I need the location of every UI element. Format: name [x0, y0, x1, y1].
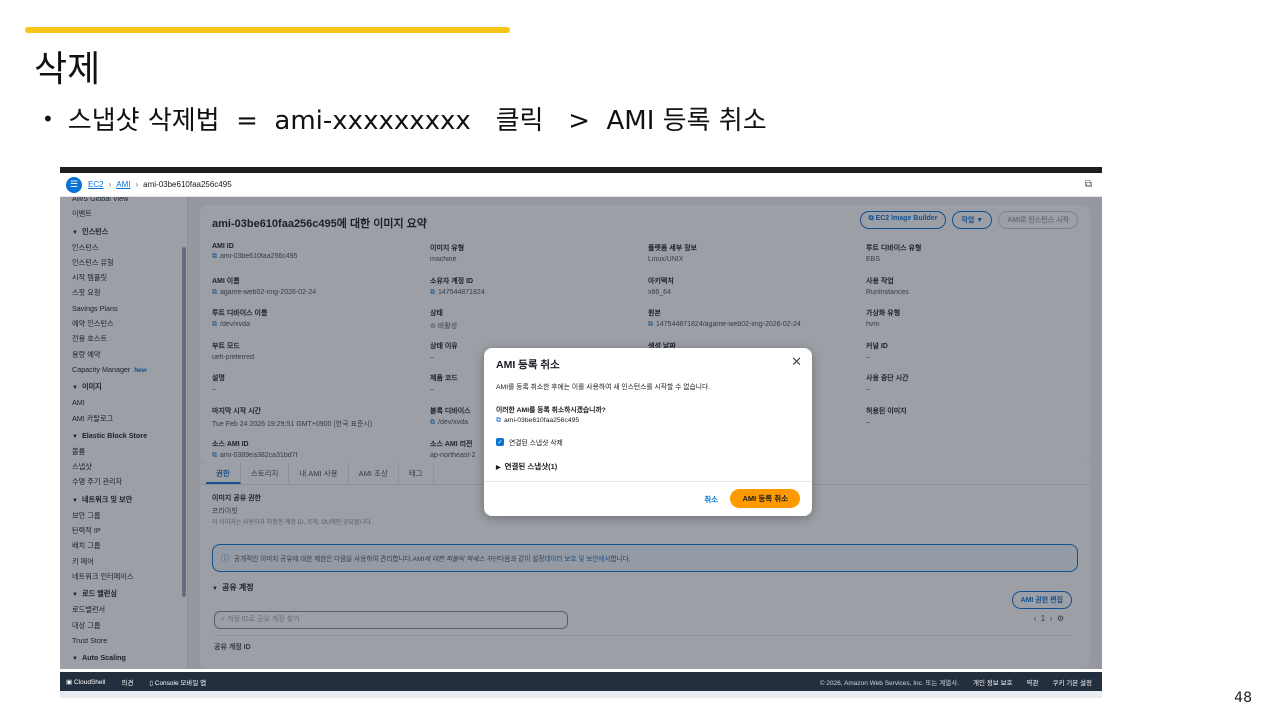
breadcrumb-ami[interactable]: AMI — [116, 180, 130, 189]
caret-right-icon: ▶ — [496, 465, 501, 471]
hamburger-menu-icon[interactable]: ☰ — [66, 176, 82, 193]
modal-ami-id: ⧉ ami-03be610faa256c495 — [496, 417, 579, 425]
terms-link[interactable]: 약관 — [1027, 677, 1039, 687]
modal-ami-id-text: ami-03be610faa256c495 — [504, 417, 580, 424]
copyright-text: © 2026, Amazon Web Services, Inc. 또는 계열사… — [819, 679, 960, 687]
bullet-dot-icon: • — [42, 106, 54, 131]
slide-bullet: • 스냅샷 삭제법 = ami-xxxxxxxxx 클릭 > AMI 등록 취소 — [42, 100, 767, 137]
feedback-link[interactable]: 의견 — [121, 677, 133, 687]
aws-console-screenshot: ☰ EC2 › AMI › ami-03be610faa256c495 ⧉ AW… — [60, 167, 1102, 698]
slide: 삭제 • 스냅샷 삭제법 = ami-xxxxxxxxx 클릭 > AMI 등록… — [0, 0, 1280, 720]
modal-question: 이러한 AMI를 등록 취소하시겠습니까? — [496, 407, 606, 414]
cloudshell-link[interactable]: ▣ CloudShell — [66, 678, 105, 686]
checkbox-checked-icon[interactable]: ✓ — [496, 438, 504, 446]
taskbar-strip — [60, 691, 1102, 698]
deregister-ami-modal: AMI 등록 취소 ✕ AMI를 등록 취소한 후에는 이를 사용하여 새 인스… — [484, 348, 812, 516]
accent-bar — [25, 27, 510, 33]
slide-title: 삭제 — [34, 49, 101, 90]
deregister-ami-button[interactable]: AMI 등록 취소 — [730, 489, 800, 508]
console-footer: ▣ CloudShell 의견 ▯ Console 모바일 앱 © 2026, … — [60, 672, 1102, 691]
chevron-right-icon: › — [108, 180, 112, 189]
bullet-text: 스냅샷 삭제법 = ami-xxxxxxxxx 클릭 > AMI 등록 취소 — [67, 106, 767, 136]
console-mobile-app-label: Console 모바일 앱 — [154, 679, 207, 687]
modal-description: AMI를 등록 취소한 후에는 이를 사용하여 새 인스턴스를 시작할 수 없습… — [496, 384, 711, 391]
footer-right: © 2026, Amazon Web Services, Inc. 또는 계열사… — [820, 677, 1102, 687]
expander-label: 연결된 스냅샷(1) — [504, 462, 558, 471]
breadcrumb-ec2[interactable]: EC2 — [88, 180, 104, 189]
copy-icon[interactable]: ⧉ — [496, 417, 501, 424]
cookie-preferences-link[interactable]: 쿠키 기본 설정 — [1053, 677, 1093, 687]
feedback-icon[interactable]: ⧉ — [1085, 179, 1092, 190]
cancel-button[interactable]: 취소 — [704, 494, 718, 505]
cloudshell-label: CloudShell — [73, 678, 106, 686]
delete-snapshots-checkbox[interactable]: ✓ 연결된 스냅샷 삭제 — [496, 437, 563, 447]
top-navigation: ☰ EC2 › AMI › ami-03be610faa256c495 ⧉ — [60, 173, 1102, 197]
privacy-link[interactable]: 개인 정보 보호 — [973, 677, 1013, 687]
modal-title: AMI 등록 취소 — [496, 359, 560, 371]
console-mobile-app-link[interactable]: ▯ Console 모바일 앱 — [149, 677, 206, 687]
breadcrumb-current: ami-03be610faa256c495 — [143, 180, 232, 189]
close-icon[interactable]: ✕ — [791, 354, 802, 370]
modal-divider — [484, 481, 812, 482]
checkbox-label: 연결된 스냅샷 삭제 — [509, 440, 563, 447]
chevron-right-icon: › — [135, 180, 139, 189]
associated-snapshots-expander[interactable]: ▶ 연결된 스냅샷(1) — [496, 461, 557, 472]
page-number: 48 — [1234, 690, 1252, 706]
